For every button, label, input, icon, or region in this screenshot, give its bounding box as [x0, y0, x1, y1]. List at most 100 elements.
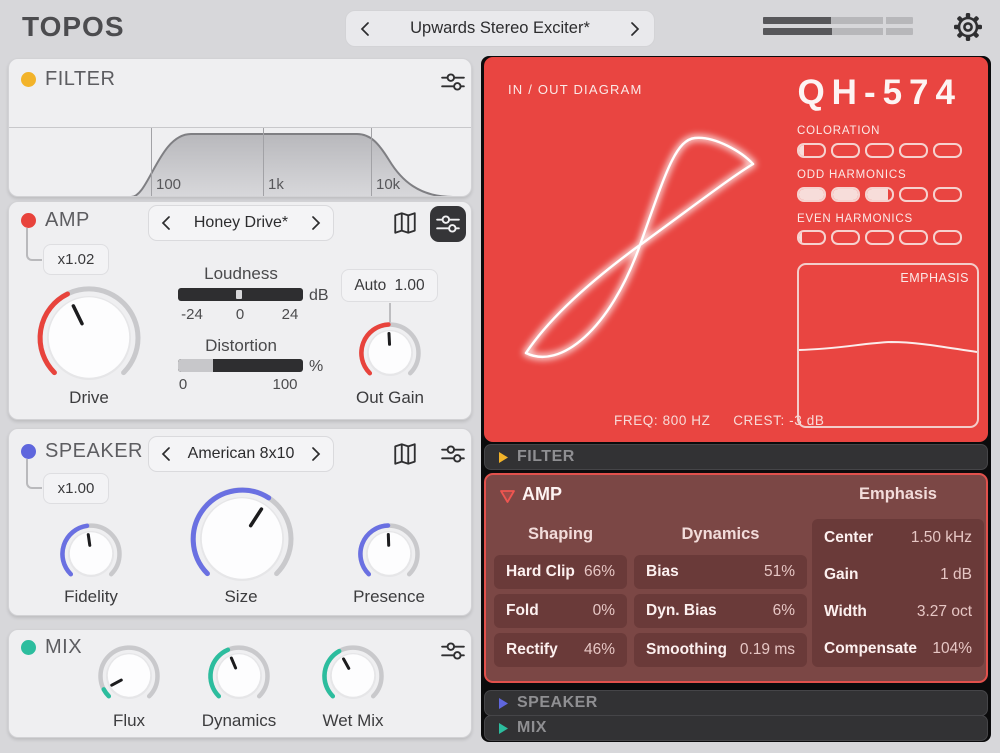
emphasis-column-title: Emphasis — [812, 485, 984, 504]
auto-gain-button[interactable]: Auto 1.00 — [341, 269, 438, 302]
mix-card: MIX Flux Dynamics Wet Mix — [8, 629, 472, 738]
amp-collapse-icon[interactable] — [500, 490, 515, 503]
amp-preset-next-icon[interactable] — [311, 216, 321, 230]
speaker-collapse-label: SPEAKER — [517, 694, 598, 712]
harmonic-segment — [865, 187, 894, 202]
amp-preset-prev-icon[interactable] — [161, 216, 171, 230]
filter-tick-10k: 10k — [376, 176, 400, 193]
speaker-preset-selector[interactable]: American 8x10 — [148, 436, 334, 472]
out-gain-knob-label: Out Gain — [356, 388, 424, 408]
filter-tick-1k: 1k — [268, 176, 284, 193]
amp-browse-map-icon[interactable] — [392, 210, 418, 236]
filter-collapse-bar[interactable]: FILTER — [484, 444, 988, 470]
harmonic-segment — [831, 143, 860, 158]
filter-response-graph[interactable]: 100 1k 10k — [9, 127, 471, 196]
amp-preset-selector[interactable]: Honey Drive* — [148, 205, 334, 241]
drive-knob[interactable] — [33, 282, 145, 399]
io-diagram-panel: IN / OUT DIAGRAM QH-574 COLORATION ODD H… — [484, 57, 988, 442]
wet-mix-knob[interactable] — [321, 644, 385, 713]
fold-param[interactable]: Fold 0% — [494, 594, 627, 628]
filter-expand-icon[interactable] — [498, 451, 509, 464]
loudness-unit: dB — [309, 287, 329, 305]
out-gain-knob[interactable] — [358, 321, 422, 390]
presence-knob[interactable] — [357, 522, 421, 591]
mix-collapse-bar[interactable]: MIX — [484, 715, 988, 741]
harmonic-segment — [899, 143, 928, 158]
preset-next-icon[interactable] — [630, 22, 640, 36]
harmonic-segment — [933, 187, 962, 202]
amp-params-panel: AMP Emphasis Shaping Dynamics Hard Clip … — [484, 473, 988, 683]
smoothing-param[interactable]: Smoothing 0.19 ms — [634, 633, 807, 667]
speaker-preset-name: American 8x10 — [171, 445, 311, 463]
bias-param[interactable]: Bias 51% — [634, 555, 807, 589]
loudness-scale-min: -24 — [181, 306, 203, 323]
distortion-meter-fill — [178, 359, 213, 372]
speaker-settings-icon[interactable] — [440, 441, 466, 467]
harmonic-segment — [865, 143, 894, 158]
loudness-label: Loudness — [204, 264, 278, 284]
mix-settings-icon[interactable] — [440, 638, 466, 664]
dyn-bias-param[interactable]: Dyn. Bias 6% — [634, 594, 807, 628]
odd-harmonics-label: ODD HARMONICS — [797, 169, 906, 181]
preset-prev-icon[interactable] — [360, 22, 370, 36]
settings-gear-icon[interactable] — [952, 11, 984, 43]
mix-status-dot[interactable] — [21, 640, 36, 655]
speaker-preset-next-icon[interactable] — [311, 447, 321, 461]
loudness-slider[interactable] — [178, 288, 303, 301]
odd-harmonics-segments — [797, 187, 962, 202]
main-preset-selector[interactable]: Upwards Stereo Exciter* — [345, 10, 655, 47]
filter-tick-100: 100 — [156, 176, 181, 193]
amp-panel-title: AMP — [522, 484, 562, 505]
fidelity-knob[interactable] — [59, 522, 123, 591]
hard-clip-param[interactable]: Hard Clip 66% — [494, 555, 627, 589]
emphasis-params-block: Center 1.50 kHz Gain 1 dB Width 3.27 oct… — [812, 519, 984, 667]
rectify-param[interactable]: Rectify 46% — [494, 633, 627, 667]
gain-param[interactable]: Gain 1 dB — [812, 556, 984, 593]
meter-right-fill — [763, 28, 832, 35]
speaker-multiplier-badge[interactable]: x1.00 — [43, 473, 109, 504]
mix-expand-icon[interactable] — [498, 722, 509, 735]
meter-left-channel — [763, 17, 913, 24]
visualizer-column: IN / OUT DIAGRAM QH-574 COLORATION ODD H… — [481, 56, 991, 742]
mix-collapse-label: MIX — [517, 719, 547, 737]
even-harmonics-label: EVEN HARMONICS — [797, 213, 913, 225]
speaker-expand-icon[interactable] — [498, 697, 509, 710]
speaker-preset-prev-icon[interactable] — [161, 447, 171, 461]
speaker-status-dot[interactable] — [21, 444, 36, 459]
harmonic-segment — [797, 230, 826, 245]
harmonic-segment — [933, 230, 962, 245]
amp-status-dot[interactable] — [21, 213, 36, 228]
loudness-slider-handle[interactable] — [236, 290, 242, 299]
center-param[interactable]: Center 1.50 kHz — [812, 519, 984, 556]
output-level-meter — [763, 17, 913, 39]
size-knob[interactable] — [186, 483, 298, 600]
distortion-scale-max: 100 — [272, 376, 297, 393]
harmonic-segment — [797, 143, 826, 158]
drive-knob-label: Drive — [69, 388, 109, 408]
size-knob-label: Size — [224, 587, 257, 607]
speaker-browse-map-icon[interactable] — [392, 441, 418, 467]
filter-settings-icon[interactable] — [440, 69, 466, 95]
coloration-label: COLORATION — [797, 125, 880, 137]
amp-card: AMP Honey Drive* x1.02 Drive Loudness dB… — [8, 201, 472, 420]
filter-status-dot[interactable] — [21, 72, 36, 87]
distortion-label: Distortion — [205, 336, 277, 356]
dynamics-column-header: Dynamics — [634, 525, 807, 544]
emphasis-preview-box: EMPHASIS — [797, 263, 979, 428]
width-param[interactable]: Width 3.27 oct — [812, 593, 984, 630]
distortion-scale-min: 0 — [179, 376, 187, 393]
amp-settings-icon[interactable] — [430, 206, 466, 242]
flux-knob[interactable] — [97, 644, 161, 713]
presence-knob-label: Presence — [353, 587, 425, 607]
fidelity-knob-label: Fidelity — [64, 587, 118, 607]
speaker-collapse-bar[interactable]: SPEAKER — [484, 690, 988, 716]
io-footer-stats: FREQ: 800 HZ CREST: -3 dB — [614, 413, 824, 428]
meter-right-channel — [763, 28, 913, 35]
main-preset-name: Upwards Stereo Exciter* — [370, 19, 630, 38]
amp-multiplier-badge[interactable]: x1.02 — [43, 244, 109, 275]
dynamics-knob[interactable] — [207, 644, 271, 713]
loudness-scale-max: 24 — [282, 306, 299, 323]
compensate-param[interactable]: Compensate 104% — [812, 630, 984, 667]
speaker-section-title: SPEAKER — [45, 440, 143, 463]
coloration-segments — [797, 143, 962, 158]
